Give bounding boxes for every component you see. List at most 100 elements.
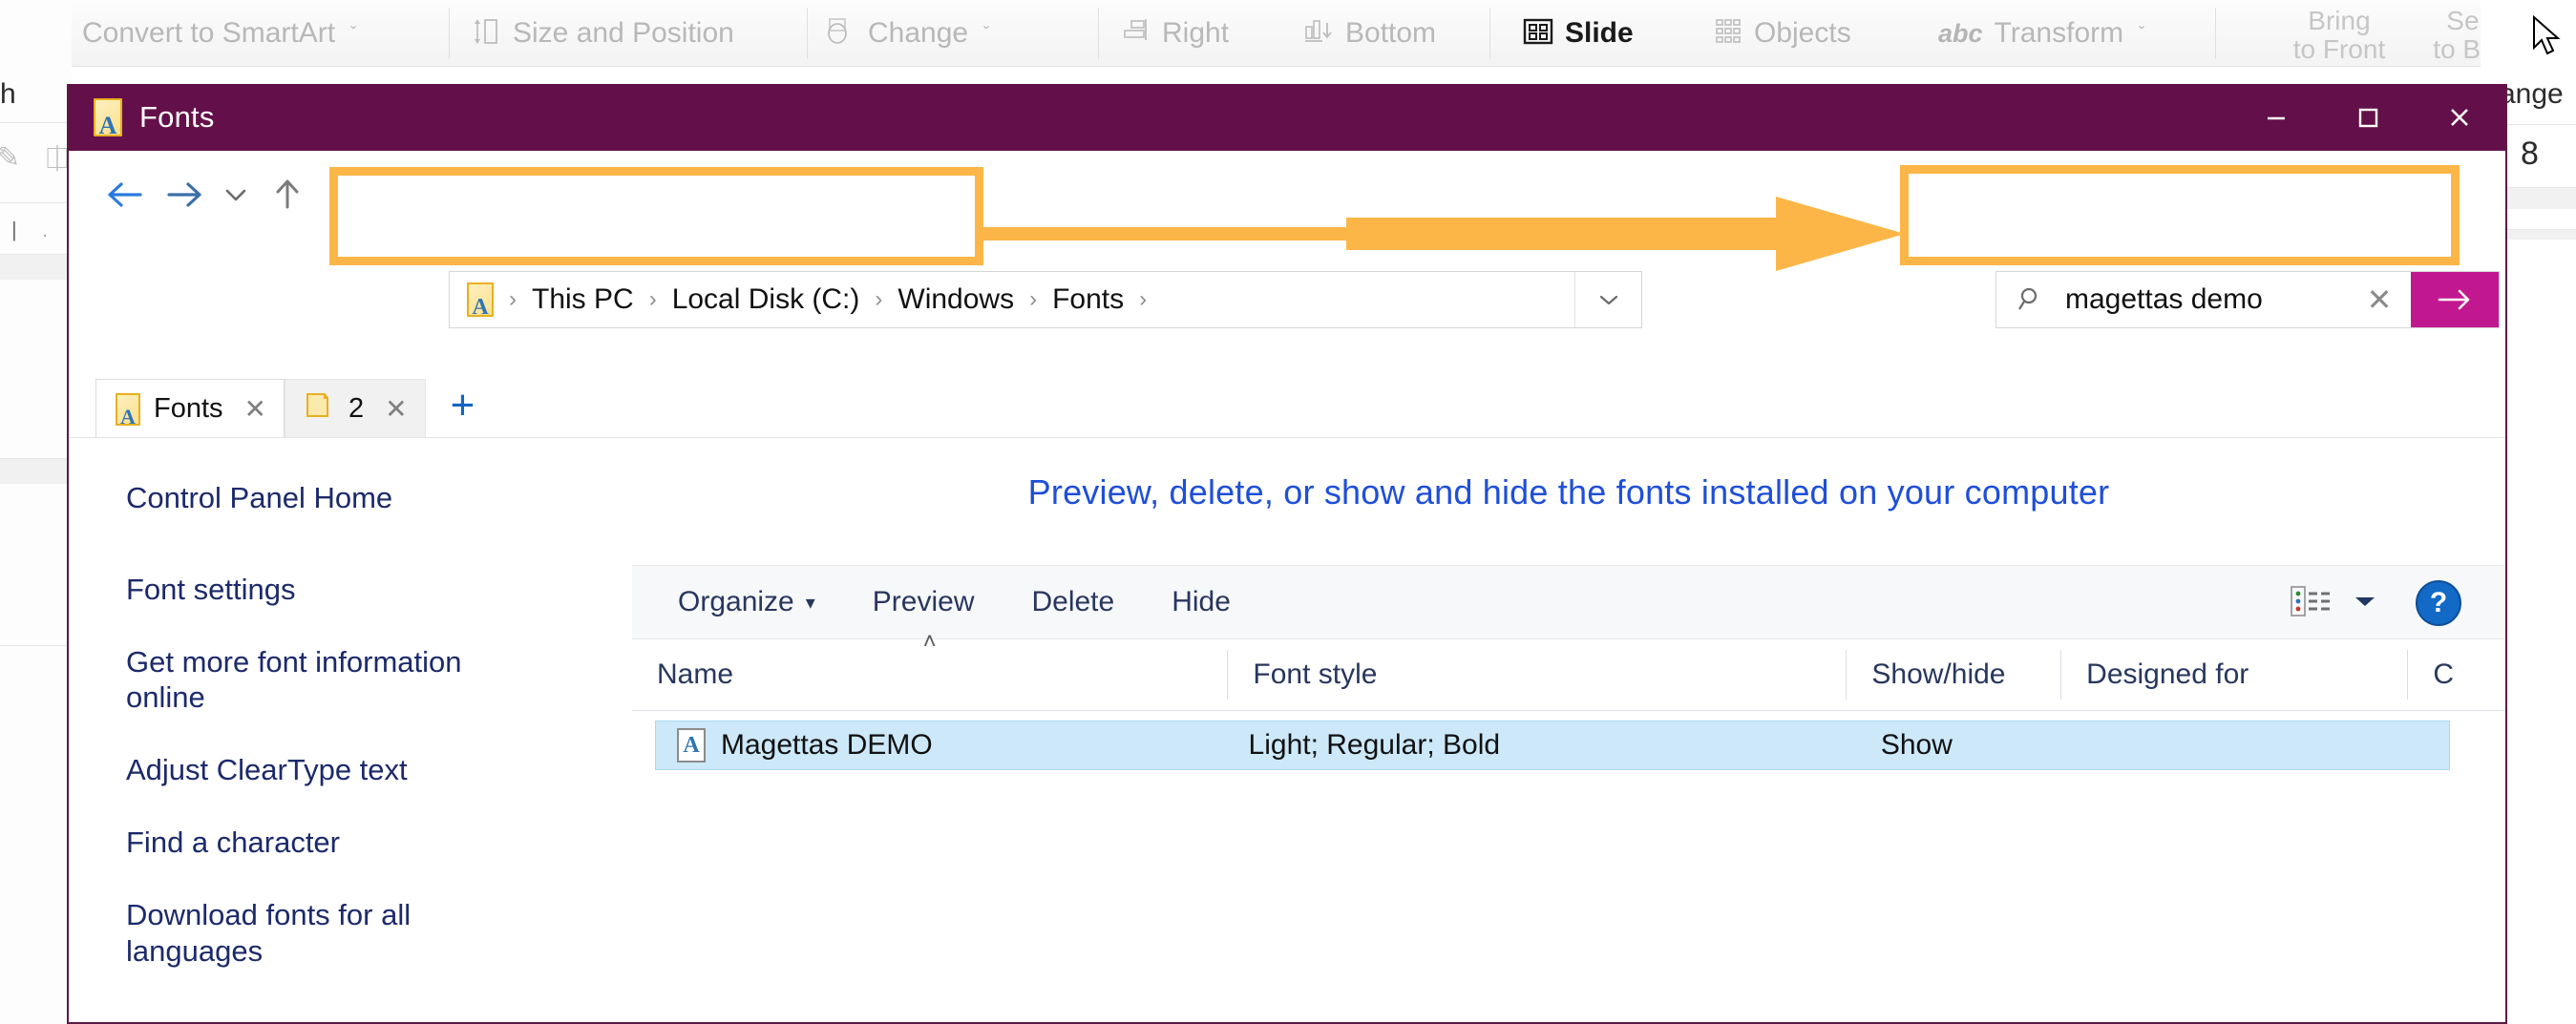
slide-grid-icon: [1523, 18, 1553, 49]
recent-locations-button[interactable]: [214, 165, 258, 224]
sidebar-item-get-more-font-information-online[interactable]: Get more font information online: [126, 644, 537, 717]
chevron-down-icon: ▾: [805, 592, 815, 614]
ribbon-label: Convert to SmartArt: [82, 17, 336, 49]
ribbon-transform[interactable]: abc Transform ˇ: [1938, 0, 2144, 67]
preview-button[interactable]: Preview: [873, 586, 975, 618]
sidebar-item-find-a-character[interactable]: Find a character: [126, 825, 537, 861]
tab-strip: A Fonts ✕ 2 ✕ +: [69, 368, 2505, 438]
search-icon: [1996, 285, 2065, 314]
ribbon-label: Slide: [1565, 17, 1634, 49]
ribbon-label: Size and Position: [513, 17, 734, 49]
window-title: Fonts: [139, 100, 215, 134]
tab-close-icon[interactable]: ✕: [237, 393, 266, 425]
ribbon-separator: [807, 8, 808, 59]
ribbon-size-and-position[interactable]: Size and Position: [473, 0, 734, 67]
ribbon-objects[interactable]: Objects: [1714, 0, 1851, 67]
background-left-strip: h ✎ ⎅ | ·: [0, 0, 72, 1024]
ribbon-separator: [1489, 8, 1490, 59]
column-header-name[interactable]: ˄ Name: [632, 629, 1227, 700]
breadcrumb-separator: ›: [1029, 286, 1038, 312]
up-button[interactable]: [258, 165, 317, 224]
background-band: [0, 459, 72, 484]
organize-button[interactable]: Organize ▾: [678, 586, 815, 618]
font-file-icon: A: [116, 392, 140, 427]
table-row[interactable]: A Magettas DEMO Light; Regular; Bold Sho…: [655, 721, 2450, 770]
background-right-number: 8: [2521, 136, 2539, 172]
ribbon-convert-to-smartart[interactable]: Convert to SmartArt ˇ: [38, 0, 356, 67]
tab-2[interactable]: 2 ✕: [285, 379, 426, 438]
column-header-show-hide[interactable]: Show/hide: [1846, 650, 2060, 700]
hide-button[interactable]: Hide: [1172, 586, 1231, 618]
column-header-font-style[interactable]: Font style: [1227, 650, 1846, 700]
maximize-button[interactable]: [2322, 84, 2414, 151]
ribbon-label: Bottom: [1345, 17, 1437, 49]
window-titlebar[interactable]: A Fonts: [69, 84, 2505, 151]
navigation-bar: [69, 151, 2505, 239]
column-header-designed-for[interactable]: Designed for: [2060, 650, 2407, 700]
ribbon-align-bottom[interactable]: Bottom: [1303, 0, 1436, 67]
fonts-explorer-window: A Fonts A › This PC › Local Disk (C:) › …: [67, 84, 2507, 1024]
tab-close-icon[interactable]: ✕: [377, 393, 407, 425]
view-options-button[interactable]: [2290, 582, 2377, 625]
close-button[interactable]: [2414, 84, 2505, 151]
objects-grid-icon: [1714, 17, 1742, 50]
list-view-icon: [2290, 582, 2332, 625]
chevron-down-icon: [2353, 594, 2377, 614]
ribbon-slide[interactable]: Slide: [1523, 0, 1634, 67]
divider: [0, 122, 72, 123]
paint-icon: ⎅: [46, 143, 69, 175]
breadcrumb-local-disk[interactable]: Local Disk (C:): [672, 283, 860, 316]
page-title: Preview, delete, or show and hide the fo…: [1027, 472, 2110, 512]
sidebar-navigation: Control Panel Home Font settings Get mor…: [69, 438, 632, 1020]
align-bottom-icon: [1303, 17, 1334, 50]
cell-name: A Magettas DEMO: [656, 728, 1249, 763]
cell-font-style: Light; Regular; Bold: [1248, 729, 1501, 761]
address-bar[interactable]: A › This PC › Local Disk (C:) › Windows …: [449, 271, 1642, 328]
content-pane: Preview, delete, or show and hide the fo…: [632, 438, 2505, 1020]
breadcrumb-this-pc[interactable]: This PC: [532, 283, 634, 316]
marker-dot-icon: ·: [42, 225, 48, 244]
column-header-row: ˄ Name Font style Show/hide Designed for…: [632, 629, 2505, 710]
chevron-down-icon: ˇ: [983, 23, 990, 43]
column-header-c[interactable]: C: [2407, 650, 2505, 700]
clear-search-icon[interactable]: ✕: [2348, 282, 2411, 318]
font-folder-icon: A: [467, 282, 494, 319]
delete-button[interactable]: Delete: [1031, 586, 1114, 618]
help-button[interactable]: ?: [2416, 580, 2461, 626]
divider: [0, 202, 72, 203]
breadcrumb-separator: ›: [1139, 286, 1148, 312]
sidebar-item-font-settings[interactable]: Font settings: [126, 572, 537, 608]
column-header-divider: [632, 710, 2505, 711]
breadcrumb-fonts[interactable]: Fonts: [1052, 283, 1124, 316]
ribbon-align-right[interactable]: Right: [1122, 0, 1229, 67]
search-box[interactable]: magettas demo ✕: [1995, 271, 2500, 328]
breadcrumb-windows[interactable]: Windows: [897, 283, 1014, 316]
command-bar: Organize ▾ Preview Delete Hide ?: [632, 565, 2505, 639]
sidebar-item-control-panel-home[interactable]: Control Panel Home: [126, 480, 537, 516]
back-button[interactable]: [95, 165, 155, 224]
forward-button[interactable]: [155, 165, 214, 224]
breadcrumb-separator: ›: [509, 286, 517, 312]
font-file-icon: A: [94, 98, 122, 138]
tab-label: 2: [348, 393, 365, 424]
new-tab-button[interactable]: +: [426, 382, 500, 437]
sort-ascending-icon: ˄: [922, 629, 937, 655]
align-right-icon: [1122, 17, 1151, 50]
tab-fonts[interactable]: A Fonts ✕: [95, 379, 285, 438]
address-dropdown-button[interactable]: [1574, 272, 1641, 327]
marker-tick-icon: |: [11, 218, 17, 241]
chevron-down-icon: ˇ: [2139, 23, 2145, 43]
ribbon-change-shape[interactable]: Change ˇ: [826, 0, 989, 67]
search-go-button[interactable]: [2411, 272, 2499, 327]
ribbon-toolbar: Convert to SmartArt ˇ Size and Position …: [0, 0, 2576, 67]
minimize-button[interactable]: [2230, 84, 2322, 151]
sidebar-item-download-fonts-for-all-languages[interactable]: Download fonts for all languages: [126, 897, 537, 970]
ribbon-label: Transform: [1994, 17, 2124, 49]
column-label: Name: [657, 658, 734, 690]
divider: [0, 645, 72, 646]
search-input[interactable]: magettas demo: [2065, 283, 2348, 316]
sidebar-item-adjust-cleartype-text[interactable]: Adjust ClearType text: [126, 752, 537, 788]
cell-show-hide: Show: [1880, 729, 1953, 761]
tab-label: Fonts: [154, 393, 223, 424]
breadcrumb-separator: ›: [648, 286, 657, 312]
